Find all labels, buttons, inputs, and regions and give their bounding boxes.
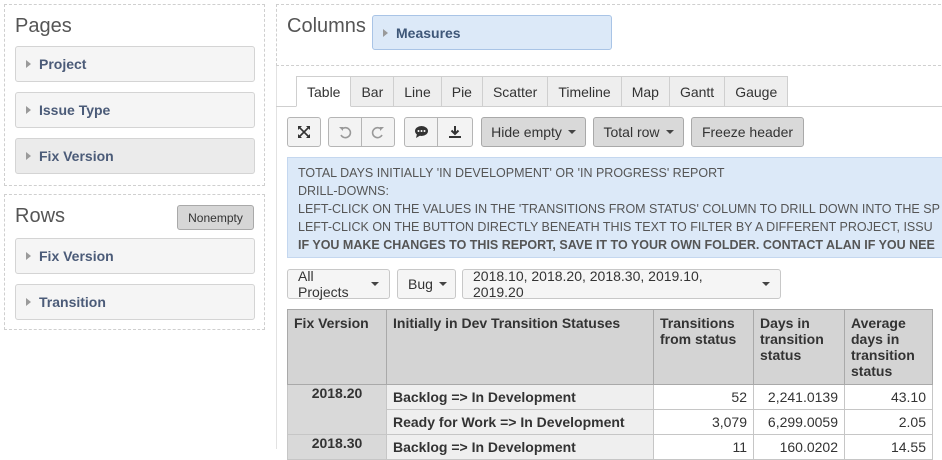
- nonempty-button[interactable]: Nonempty: [177, 205, 254, 230]
- avg-days-cell: 2.05: [844, 409, 933, 435]
- caret-right-icon: [26, 298, 31, 306]
- content-divider: [276, 66, 277, 449]
- caret-right-icon: [383, 28, 388, 37]
- description-line: DRILL-DOWNS:: [298, 184, 389, 198]
- pages-title: Pages: [15, 15, 72, 37]
- total-row-label: Total row: [603, 124, 660, 140]
- tab-gauge[interactable]: Gauge: [725, 76, 789, 107]
- measures-item[interactable]: Measures: [372, 15, 612, 50]
- undo-icon: [339, 126, 352, 139]
- days-cell: 2,241.0139: [753, 384, 845, 410]
- transitions-cell[interactable]: 3,079: [653, 409, 754, 435]
- caret-right-icon: [26, 152, 31, 160]
- transition-cell: Backlog => In Development: [386, 434, 654, 460]
- transitions-cell[interactable]: 11: [653, 434, 754, 460]
- tab-scatter[interactable]: Scatter: [482, 76, 549, 107]
- header-avg-days[interactable]: Average days in transition status: [844, 309, 933, 385]
- fix-version-cell: 2018.20: [287, 384, 387, 435]
- caret-down-icon: [665, 130, 674, 134]
- columns-panel: Columns Measures: [276, 4, 942, 66]
- rows-item-transition[interactable]: Transition: [15, 284, 255, 320]
- rows-item-fix-version[interactable]: Fix Version: [15, 238, 255, 274]
- report-description: TOTAL DAYS INITIALLY 'IN DEVELOPMENT' OR…: [287, 157, 942, 258]
- description-line: LEFT-CLICK ON THE BUTTON DIRECTLY BENEAT…: [298, 220, 933, 234]
- header-days[interactable]: Days in transition status: [753, 309, 845, 385]
- tab-map[interactable]: Map: [621, 76, 670, 107]
- fix-version-cell: 2018.30: [287, 434, 387, 460]
- fix-version-filter-label: 2018.10, 2018.20, 2018.30, 2019.10, 2019…: [473, 268, 703, 300]
- issue-type-filter-label: Bug: [408, 276, 433, 292]
- fullscreen-button[interactable]: [287, 117, 321, 147]
- header-statuses[interactable]: Initially in Dev Transition Statuses: [386, 309, 654, 385]
- avg-days-cell: 43.10: [844, 384, 933, 410]
- caret-right-icon: [26, 252, 31, 260]
- freeze-header-button[interactable]: Freeze header: [691, 117, 804, 147]
- pages-panel: Pages Project Issue Type Fix Version: [4, 4, 265, 186]
- hide-empty-dropdown[interactable]: Hide empty: [481, 117, 586, 147]
- caret-down-icon: [567, 130, 576, 134]
- transition-cell: Ready for Work => In Development: [386, 409, 654, 435]
- pages-item-project[interactable]: Project: [15, 46, 255, 82]
- fix-version-filter-dropdown[interactable]: 2018.10, 2018.20, 2018.30, 2019.10, 2019…: [462, 268, 781, 300]
- days-cell: 160.0202: [753, 434, 845, 460]
- redo-icon: [371, 126, 384, 139]
- tab-pie[interactable]: Pie: [441, 76, 483, 107]
- caret-right-icon: [26, 106, 31, 114]
- total-row-dropdown[interactable]: Total row: [593, 117, 684, 147]
- download-button[interactable]: [437, 117, 473, 147]
- description-line: IF YOU MAKE CHANGES TO THIS REPORT, SAVE…: [298, 238, 935, 252]
- tab-gantt[interactable]: Gantt: [669, 76, 726, 107]
- redo-button[interactable]: [361, 117, 395, 147]
- days-cell: 6,299.0059: [753, 409, 845, 435]
- download-icon: [449, 126, 461, 138]
- tab-timeline[interactable]: Timeline: [548, 76, 622, 107]
- rows-title: Rows: [15, 205, 66, 227]
- tab-line[interactable]: Line: [394, 76, 442, 107]
- caret-down-icon: [438, 282, 447, 286]
- caret-right-icon: [26, 60, 31, 68]
- project-filter-label: All Projects: [298, 268, 349, 300]
- pages-item-fix-version[interactable]: Fix Version: [15, 138, 255, 174]
- header-fix-version[interactable]: Fix Version: [287, 309, 387, 385]
- pages-item-issue-type[interactable]: Issue Type: [15, 92, 255, 128]
- expand-icon: [298, 126, 310, 138]
- transition-cell: Backlog => In Development: [386, 384, 654, 410]
- avg-days-cell: 14.55: [844, 434, 933, 460]
- chart-type-tabs: Table Bar Line Pie Scatter Timeline Map …: [296, 76, 789, 107]
- results-table: Fix Version Initially in Dev Transition …: [287, 309, 933, 460]
- tab-table[interactable]: Table: [296, 76, 352, 107]
- header-transitions[interactable]: Transitions from status: [653, 309, 754, 385]
- undo-button[interactable]: [328, 117, 362, 147]
- rows-panel: Rows Nonempty Fix Version Transition: [4, 194, 265, 330]
- columns-title: Columns: [287, 15, 366, 37]
- table-header-row: Fix Version Initially in Dev Transition …: [287, 309, 933, 385]
- caret-down-icon: [762, 282, 770, 286]
- project-filter-dropdown[interactable]: All Projects: [287, 268, 390, 300]
- caret-down-icon: [371, 282, 379, 286]
- transitions-cell[interactable]: 52: [653, 384, 754, 410]
- freeze-header-label: Freeze header: [701, 124, 794, 140]
- table-row: 2018.20 Backlog => In Development 52 2,2…: [287, 384, 933, 435]
- comment-button[interactable]: [404, 117, 438, 147]
- hide-empty-label: Hide empty: [491, 124, 562, 140]
- tab-bar[interactable]: Bar: [351, 76, 395, 107]
- description-line: TOTAL DAYS INITIALLY 'IN DEVELOPMENT' OR…: [298, 166, 725, 180]
- description-line: LEFT-CLICK ON THE VALUES IN THE 'TRANSIT…: [298, 202, 940, 216]
- table-row: 2018.30 Backlog => In Development 11 160…: [287, 434, 933, 460]
- issue-type-filter-dropdown[interactable]: Bug: [397, 269, 456, 299]
- comment-icon: [414, 126, 428, 138]
